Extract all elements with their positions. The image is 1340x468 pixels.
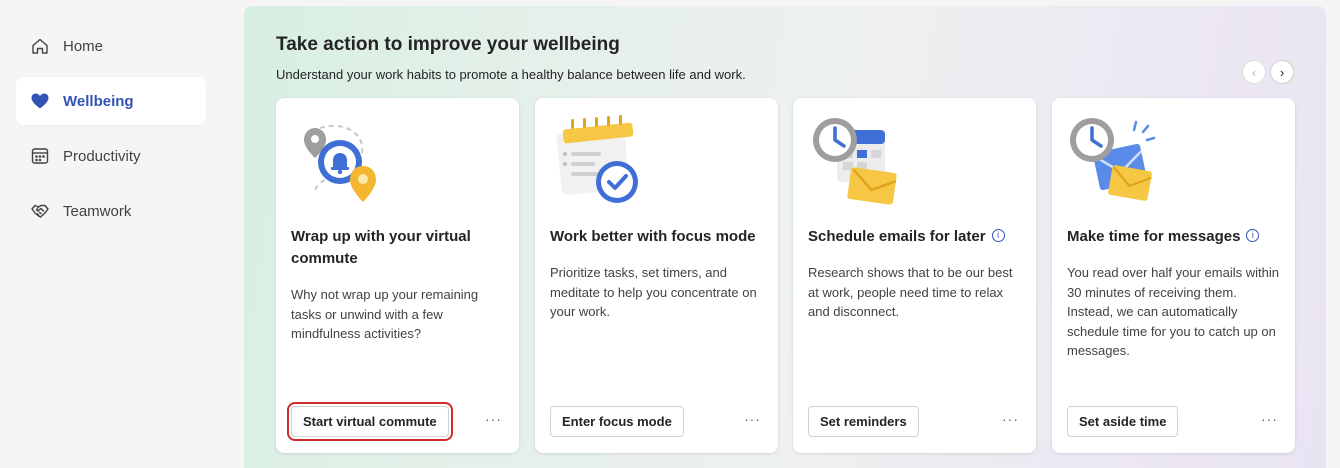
info-icon[interactable]: i [1246, 229, 1260, 242]
handshake-icon [30, 201, 50, 221]
sidebar-item-wellbeing[interactable]: Wellbeing [16, 77, 206, 125]
card-focus-mode: Work better with focus mode Prioritize t… [535, 98, 778, 453]
card-make-time-messages: Make time for messages i You read over ha… [1052, 98, 1295, 453]
sidebar-item-label: Wellbeing [63, 92, 134, 110]
card-schedule-emails: Schedule emails for later i Research show… [793, 98, 1036, 453]
sidebar-item-label: Productivity [63, 147, 141, 165]
sidebar-item-home[interactable]: Home [16, 22, 206, 70]
enter-focus-mode-button[interactable]: Enter focus mode [550, 406, 684, 437]
panel-title: Take action to improve your wellbeing [276, 34, 620, 55]
card-description: Why not wrap up your remaining tasks or … [291, 287, 479, 341]
clock-calendar-envelope-icon [813, 118, 897, 205]
wellbeing-actions-panel: Take action to improve your wellbeing Un… [244, 6, 1326, 468]
clock-envelopes-icon [1070, 118, 1156, 201]
focus-checklist-icon [556, 115, 638, 203]
sidebar: Home Wellbeing Productivity Teamwork [0, 0, 222, 468]
set-aside-time-button[interactable]: Set aside time [1067, 406, 1179, 437]
panel-subtitle: Understand your work habits to promote a… [276, 67, 746, 82]
info-icon[interactable]: i [991, 229, 1005, 242]
calendar-grid-icon [30, 146, 50, 166]
more-options-icon[interactable]: ··· [1261, 411, 1278, 427]
carousel-prev-button[interactable]: ‹ [1242, 60, 1266, 84]
more-options-icon[interactable]: ··· [485, 411, 502, 427]
heart-icon [30, 91, 50, 111]
card-title: Work better with focus mode [550, 228, 756, 245]
home-icon [30, 36, 50, 56]
sidebar-item-productivity[interactable]: Productivity [16, 132, 206, 180]
card-title: Schedule emails for later i [808, 226, 1018, 248]
start-virtual-commute-button[interactable]: Start virtual commute [287, 402, 453, 441]
card-title: Make time for messages i [1067, 226, 1277, 248]
card-title-text: Schedule emails for later [808, 228, 986, 245]
commute-map-pin-bell-icon [304, 124, 376, 202]
card-description: Research shows that to be our best at wo… [808, 265, 1013, 319]
more-options-icon[interactable]: ··· [744, 411, 761, 427]
carousel-next-button[interactable]: › [1270, 60, 1294, 84]
card-title-text: Make time for messages [1067, 228, 1241, 245]
set-reminders-button[interactable]: Set reminders [808, 406, 919, 437]
sidebar-item-label: Home [63, 37, 104, 55]
sidebar-item-teamwork[interactable]: Teamwork [16, 187, 206, 235]
card-description: Prioritize tasks, set timers, and medita… [550, 265, 757, 319]
sidebar-item-label: Teamwork [63, 202, 132, 220]
more-options-icon[interactable]: ··· [1002, 411, 1019, 427]
card-description: You read over half your emails within 30… [1067, 265, 1279, 358]
card-virtual-commute: Wrap up with your virtual commute Why no… [276, 98, 519, 453]
card-title: Wrap up with your virtual commute [291, 228, 471, 267]
